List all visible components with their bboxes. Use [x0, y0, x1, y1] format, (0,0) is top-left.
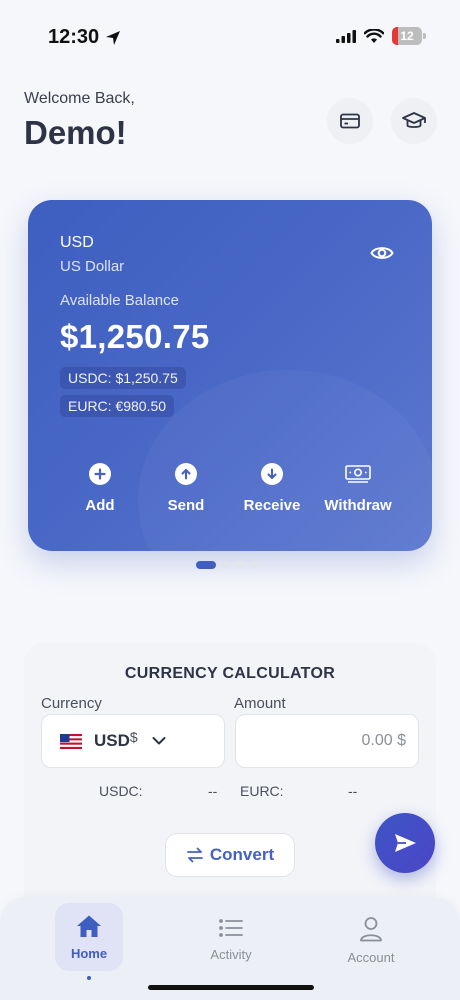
arrow-down-circle-icon: [261, 463, 283, 485]
tab-account[interactable]: Account: [338, 916, 404, 965]
battery-icon: 12: [392, 27, 426, 45]
add-button[interactable]: Add: [57, 463, 143, 514]
withdraw-label: Withdraw: [324, 497, 392, 514]
convert-label: Convert: [209, 845, 275, 864]
send-label: Send: [167, 497, 205, 514]
card-pager[interactable]: [196, 561, 258, 569]
pager-dot[interactable]: [250, 561, 258, 569]
cards-button[interactable]: [327, 98, 373, 144]
send-fab-button[interactable]: [375, 813, 435, 873]
home-icon: [77, 915, 101, 937]
usdc-balance-chip: USDC: $1,250.75: [60, 367, 186, 389]
available-balance-label: Available Balance: [60, 292, 179, 309]
add-label: Add: [85, 497, 115, 514]
eurc-balance-chip: EURC: €980.50: [60, 395, 175, 417]
cash-icon: [345, 465, 371, 483]
pager-dot-active[interactable]: [196, 561, 216, 569]
toggle-balance-visibility-button[interactable]: [370, 244, 394, 267]
us-flag-icon: [60, 733, 82, 749]
balance-card[interactable]: USD US Dollar Available Balance $1,250.7…: [28, 200, 432, 551]
swap-arrows-icon: [186, 847, 203, 863]
tab-activity[interactable]: Activity: [198, 917, 264, 962]
cellular-signal-icon: [336, 30, 356, 43]
battery-level: 12: [400, 29, 414, 43]
balance-amount: $1,250.75: [60, 318, 210, 355]
tab-activity-label: Activity: [210, 947, 252, 962]
chevron-down-icon: [152, 737, 166, 745]
usdc-result-value: --: [208, 783, 218, 799]
status-time-text: 12:30: [48, 26, 100, 48]
username-title: Demo!: [24, 114, 127, 151]
eurc-result-value: --: [348, 783, 358, 799]
card-background-globe: [138, 370, 432, 551]
usdc-result-label: USDC:: [99, 783, 143, 799]
tab-account-label: Account: [347, 950, 395, 965]
currency-label: Currency: [41, 695, 102, 712]
amount-label: Amount: [234, 695, 286, 712]
status-time: 12:30: [48, 26, 121, 49]
calculator-title: CURRENCY CALCULATOR: [124, 665, 336, 682]
active-tab-indicator: [87, 976, 91, 980]
wifi-icon: [364, 28, 384, 43]
withdraw-button[interactable]: Withdraw: [315, 463, 401, 514]
receive-label: Receive: [243, 497, 301, 514]
pager-dot[interactable]: [222, 561, 230, 569]
pager-dot[interactable]: [236, 561, 244, 569]
paper-plane-icon: [395, 834, 416, 852]
card-currency-code: USD: [60, 234, 94, 251]
list-icon: [219, 919, 243, 937]
amount-input[interactable]: 0.00 $: [235, 714, 419, 768]
currency-select[interactable]: USD $: [41, 714, 225, 768]
status-indicators: 12: [336, 27, 426, 45]
card-currency-name: US Dollar: [60, 258, 125, 275]
credit-card-icon: [340, 113, 360, 129]
amount-placeholder: 0.00 $: [361, 732, 406, 749]
location-arrow-icon: [106, 30, 121, 45]
selected-currency: USD: [94, 731, 130, 750]
arrow-up-circle-icon: [175, 463, 197, 485]
send-button[interactable]: Send: [143, 463, 229, 514]
tab-home-label: Home: [70, 945, 108, 961]
eye-icon: [370, 247, 394, 259]
learn-button[interactable]: [391, 98, 437, 144]
user-icon: [360, 917, 382, 942]
currency-symbol: $: [129, 729, 138, 745]
welcome-text: Welcome Back,: [24, 90, 135, 107]
eurc-result-label: EURC:: [240, 783, 284, 799]
plus-circle-icon: [89, 463, 111, 485]
receive-button[interactable]: Receive: [229, 463, 315, 514]
graduation-cap-icon: [402, 112, 426, 128]
convert-button[interactable]: Convert: [165, 833, 295, 877]
tab-home[interactable]: Home: [55, 903, 123, 971]
home-indicator-bar[interactable]: [148, 985, 314, 990]
